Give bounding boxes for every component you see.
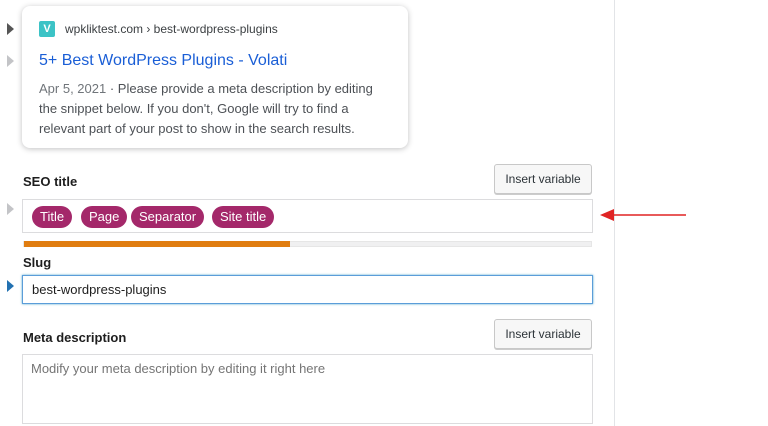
- caret-right-icon[interactable]: [7, 203, 14, 215]
- annotation-arrow-icon: [600, 209, 686, 221]
- variable-pill-page[interactable]: Page: [81, 206, 128, 228]
- seo-title-progress-fill: [24, 241, 291, 247]
- seo-title-label: SEO title: [23, 174, 78, 189]
- caret-right-icon[interactable]: [7, 280, 14, 292]
- variable-pill-separator[interactable]: Separator: [131, 206, 205, 228]
- seo-title-insert-variable-button[interactable]: Insert variable: [494, 164, 592, 194]
- site-favicon-icon: V: [39, 21, 55, 37]
- snippet-date: Apr 5, 2021: [39, 81, 107, 96]
- caret-right-icon[interactable]: [7, 23, 14, 35]
- meta-description-insert-variable-button[interactable]: Insert variable: [494, 319, 592, 349]
- seo-title-length-progress: [23, 241, 592, 247]
- snippet-date-separator: ·: [106, 81, 118, 96]
- meta-description-label: Meta description: [23, 330, 127, 345]
- snippet-title[interactable]: 5+ Best WordPress Plugins - Volati: [39, 51, 287, 71]
- slug-label: Slug: [23, 255, 52, 270]
- snippet-description: Apr 5, 2021 · Please provide a meta desc…: [39, 79, 394, 139]
- slug-input[interactable]: [22, 275, 593, 304]
- caret-right-icon[interactable]: [7, 55, 14, 67]
- seo-title-editor[interactable]: Title Page Separator Site title: [22, 199, 593, 233]
- variable-pill-title[interactable]: Title: [32, 206, 73, 228]
- variable-pill-site-title[interactable]: Site title: [212, 206, 275, 228]
- meta-description-textarea[interactable]: [22, 354, 593, 424]
- google-snippet-preview: V wpkliktest.com › best-wordpress-plugin…: [22, 6, 408, 148]
- snippet-url: wpkliktest.com › best-wordpress-plugins: [65, 22, 278, 36]
